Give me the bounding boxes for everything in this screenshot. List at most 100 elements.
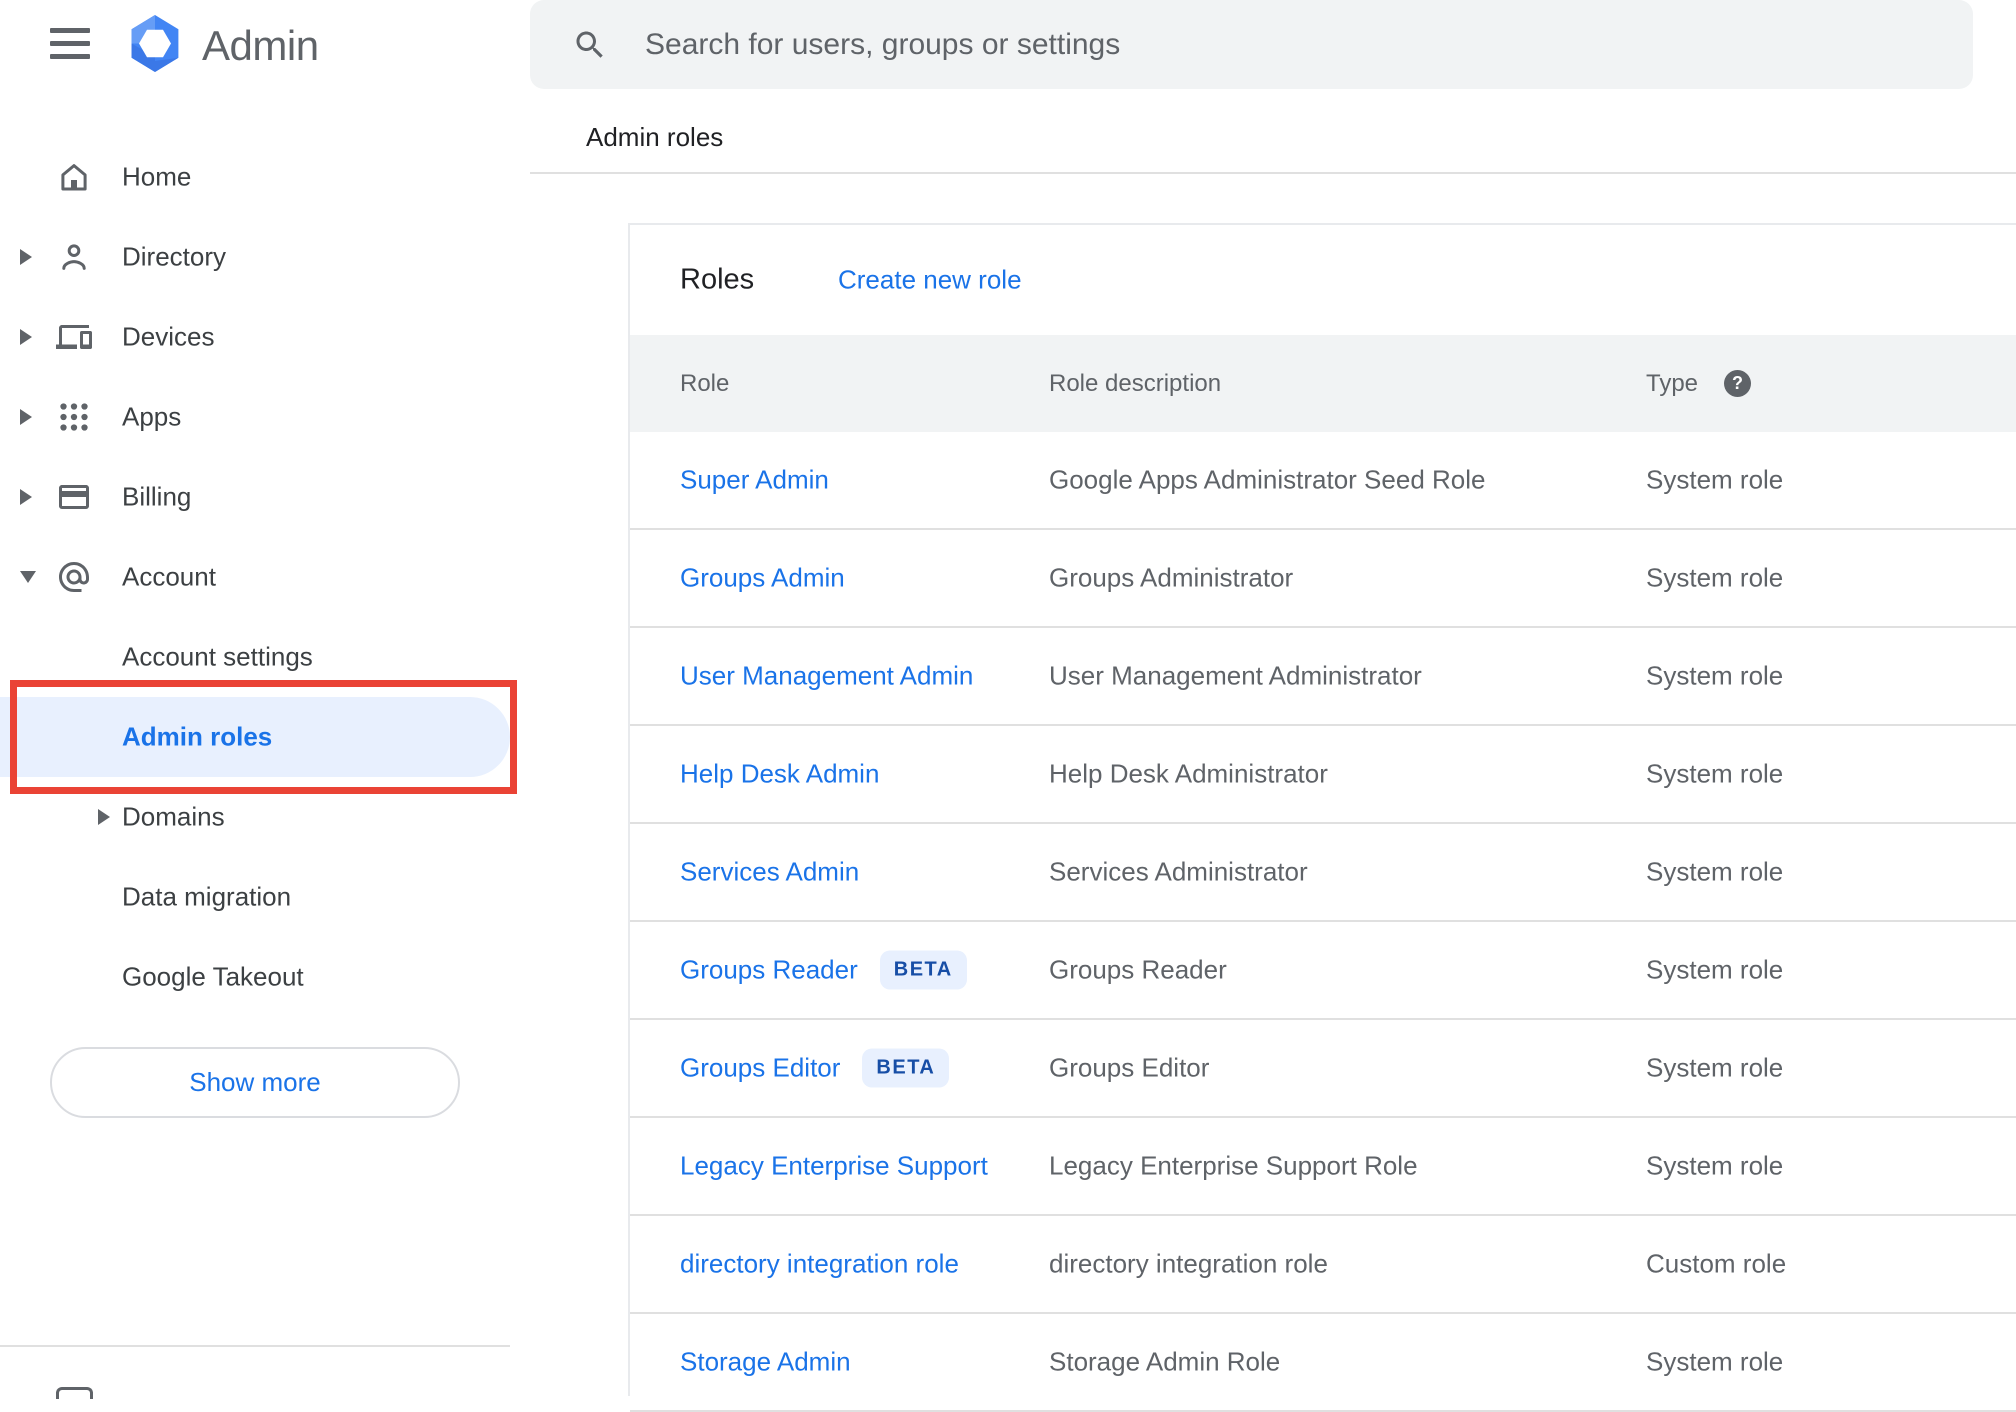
devices-icon bbox=[56, 319, 92, 355]
table-row: Groups Editor BETA Groups Editor System … bbox=[630, 1020, 2016, 1118]
sidebar-item-home[interactable]: Home bbox=[0, 137, 530, 217]
beta-badge: BETA bbox=[862, 1048, 950, 1088]
at-sign-icon bbox=[56, 559, 92, 595]
header-divider bbox=[530, 172, 2016, 174]
table-row: Storage Admin Storage Admin Role System … bbox=[630, 1314, 2016, 1412]
column-header-type-label: Type bbox=[1646, 369, 1699, 397]
expand-arrow-icon[interactable] bbox=[20, 249, 32, 265]
home-icon bbox=[56, 159, 92, 195]
sidebar-item-account-settings[interactable]: Account settings bbox=[0, 617, 530, 697]
role-type: System role bbox=[1646, 562, 1784, 593]
hamburger-menu-icon[interactable] bbox=[50, 28, 90, 59]
role-description: Groups Administrator bbox=[1049, 562, 1294, 593]
sidebar-item-label: Data migration bbox=[122, 881, 292, 912]
expand-arrow-icon[interactable] bbox=[20, 409, 32, 425]
role-type: System role bbox=[1646, 660, 1784, 691]
sidebar-item-label: Admin roles bbox=[122, 721, 273, 752]
column-header-role-description: Role description bbox=[1049, 369, 1222, 397]
sidebar-item-admin-roles[interactable]: Admin roles bbox=[0, 697, 530, 777]
role-link[interactable]: Groups Admin bbox=[680, 563, 845, 594]
table-row: Help Desk Admin Help Desk Administrator … bbox=[630, 726, 2016, 824]
credit-card-icon bbox=[56, 479, 92, 515]
sidebar-item-devices[interactable]: Devices bbox=[0, 297, 530, 377]
role-description: User Management Administrator bbox=[1049, 660, 1422, 691]
roles-card: Roles Create new role Role Role descript… bbox=[628, 223, 2016, 1412]
admin-logo: Admin bbox=[128, 15, 319, 77]
breadcrumb: Admin roles bbox=[586, 122, 724, 152]
table-row: directory integration role directory int… bbox=[630, 1216, 2016, 1314]
role-link[interactable]: Storage Admin bbox=[680, 1347, 851, 1378]
sidebar-item-account[interactable]: Account bbox=[0, 537, 530, 617]
sidebar-item-label: Google Takeout bbox=[122, 961, 304, 992]
beta-badge: BETA bbox=[879, 950, 967, 990]
role-type: System role bbox=[1646, 1150, 1784, 1181]
sidebar-item-label: Directory bbox=[122, 241, 227, 272]
table-row: Groups Admin Groups Administrator System… bbox=[630, 530, 2016, 628]
help-icon[interactable]: ? bbox=[1724, 370, 1752, 397]
role-link[interactable]: Help Desk Admin bbox=[680, 759, 879, 790]
expand-arrow-icon[interactable] bbox=[20, 489, 32, 505]
role-link[interactable]: Groups Reader bbox=[680, 955, 858, 986]
sidebar-item-label: Domains bbox=[122, 801, 225, 832]
person-icon bbox=[56, 239, 92, 275]
role-description: Legacy Enterprise Support Role bbox=[1049, 1150, 1418, 1181]
sidebar-item-label: Account bbox=[122, 561, 216, 592]
roles-title: Roles bbox=[680, 263, 755, 296]
sidebar-nav: Home Directory Devices Apps Billing Acco… bbox=[0, 137, 530, 1017]
app-title: Admin bbox=[202, 22, 319, 69]
role-description: Help Desk Administrator bbox=[1049, 758, 1328, 789]
sidebar-item-label: Account settings bbox=[122, 641, 313, 672]
sidebar-item-directory[interactable]: Directory bbox=[0, 217, 530, 297]
cutoff-rules-icon bbox=[56, 1387, 93, 1399]
sidebar-item-data-migration[interactable]: Data migration bbox=[0, 857, 530, 937]
apps-grid-icon bbox=[56, 399, 92, 435]
table-row: Groups Reader BETA Groups Reader System … bbox=[630, 922, 2016, 1020]
role-type: System role bbox=[1646, 758, 1784, 789]
google-admin-console: Admin Home Directory Devices Apps Billin… bbox=[0, 0, 2016, 1412]
role-type: System role bbox=[1646, 954, 1784, 985]
sidebar: Admin Home Directory Devices Apps Billin… bbox=[0, 0, 530, 1399]
role-type: System role bbox=[1646, 1052, 1784, 1083]
role-description: Groups Reader bbox=[1049, 954, 1227, 985]
role-type: System role bbox=[1646, 1346, 1784, 1377]
role-link[interactable]: Services Admin bbox=[680, 857, 859, 888]
column-header-type: Type ? bbox=[1646, 369, 1752, 398]
sidebar-item-label: Home bbox=[122, 161, 192, 192]
search-bar[interactable] bbox=[530, 0, 1973, 89]
table-header-row: Role Role description Type ? bbox=[630, 335, 2016, 432]
role-link[interactable]: Legacy Enterprise Support bbox=[680, 1151, 988, 1182]
sidebar-item-label: Apps bbox=[122, 401, 182, 432]
table-row: Legacy Enterprise Support Legacy Enterpr… bbox=[630, 1118, 2016, 1216]
admin-logo-hexagon-icon bbox=[128, 15, 182, 77]
table-row: Services Admin Services Administrator Sy… bbox=[630, 824, 2016, 922]
expand-arrow-icon[interactable] bbox=[98, 809, 110, 825]
role-type: Custom role bbox=[1646, 1248, 1787, 1279]
sidebar-header: Admin bbox=[0, 0, 530, 90]
sidebar-item-google-takeout[interactable]: Google Takeout bbox=[0, 937, 530, 1017]
role-description: Groups Editor bbox=[1049, 1052, 1210, 1083]
role-description: directory integration role bbox=[1049, 1248, 1328, 1279]
sidebar-item-domains[interactable]: Domains bbox=[0, 777, 530, 857]
sidebar-item-apps[interactable]: Apps bbox=[0, 377, 530, 457]
table-row: Super Admin Google Apps Administrator Se… bbox=[630, 432, 2016, 530]
role-link[interactable]: Groups Editor bbox=[680, 1053, 840, 1084]
search-input[interactable] bbox=[530, 0, 1973, 89]
sidebar-item-billing[interactable]: Billing bbox=[0, 457, 530, 537]
show-more-button[interactable]: Show more bbox=[50, 1047, 460, 1118]
expand-arrow-icon[interactable] bbox=[20, 329, 32, 345]
role-description: Storage Admin Role bbox=[1049, 1346, 1281, 1377]
sidebar-divider bbox=[0, 1345, 510, 1347]
role-type: System role bbox=[1646, 464, 1784, 495]
table-row: User Management Admin User Management Ad… bbox=[630, 628, 2016, 726]
role-description: Google Apps Administrator Seed Role bbox=[1049, 464, 1486, 495]
role-type: System role bbox=[1646, 856, 1784, 887]
sidebar-item-label: Devices bbox=[122, 321, 215, 352]
role-link[interactable]: Super Admin bbox=[680, 465, 829, 496]
roles-titlebar: Roles Create new role bbox=[630, 225, 2016, 335]
role-link[interactable]: directory integration role bbox=[680, 1249, 959, 1280]
column-header-role: Role bbox=[680, 369, 730, 397]
collapse-arrow-icon[interactable] bbox=[20, 571, 36, 583]
role-description: Services Administrator bbox=[1049, 856, 1308, 887]
role-link[interactable]: User Management Admin bbox=[680, 661, 973, 692]
create-new-role-link[interactable]: Create new role bbox=[838, 265, 1022, 296]
